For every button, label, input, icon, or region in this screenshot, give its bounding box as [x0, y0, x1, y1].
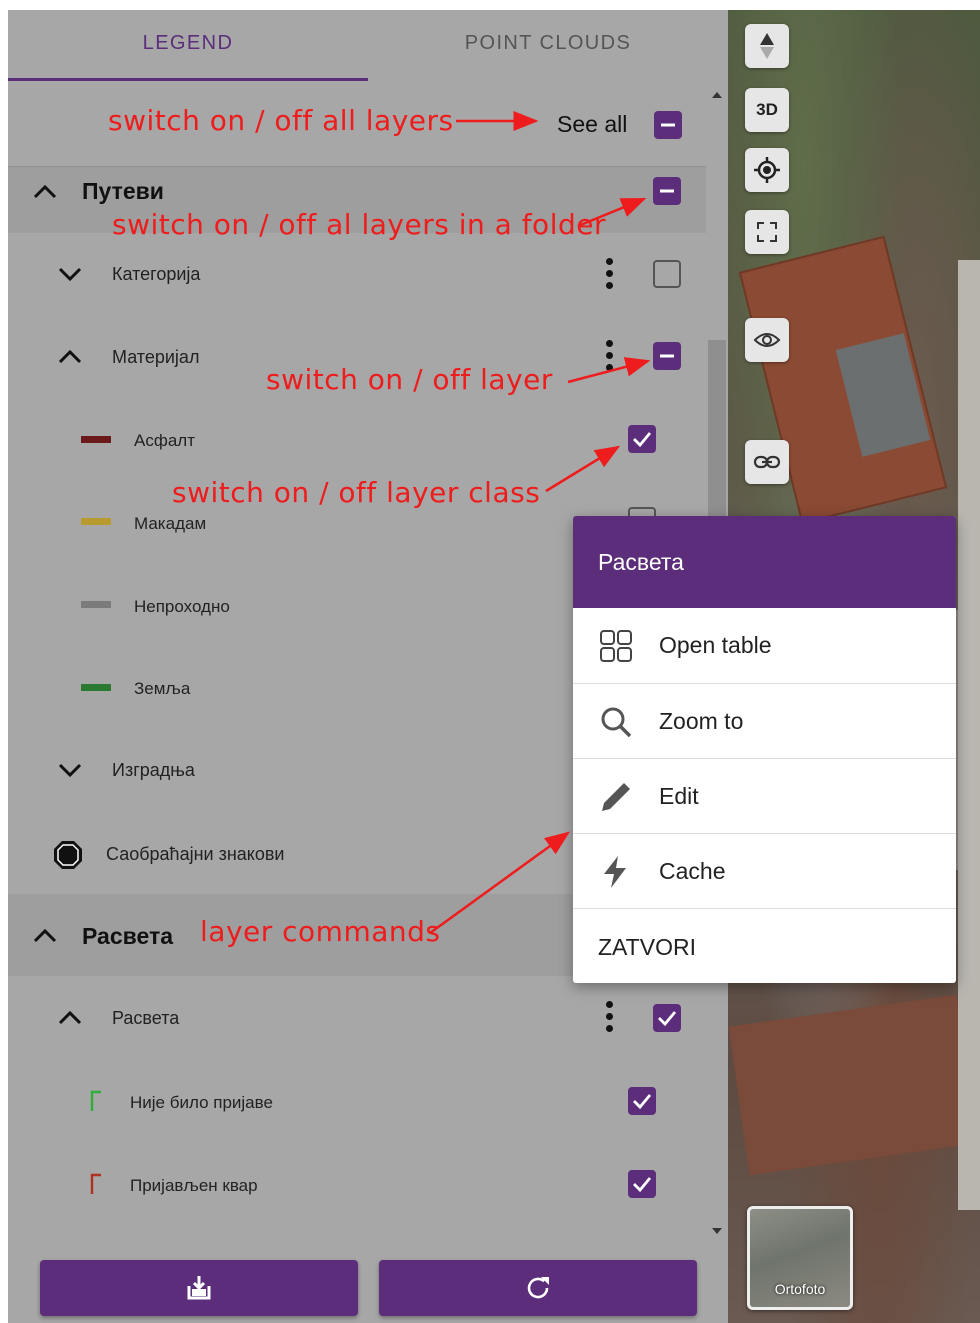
- scroll-down-icon[interactable]: [711, 1226, 723, 1236]
- bolt-icon: [604, 856, 626, 888]
- download-icon: [187, 1276, 211, 1300]
- tab-legend[interactable]: LEGEND: [8, 32, 368, 55]
- menu-item-label: Cache: [659, 858, 726, 884]
- class-label: Није било пријаве: [130, 1093, 273, 1112]
- menu-item-label: Open table: [659, 632, 772, 658]
- layer-context-menu: Расвета Open table Zoom to Edit Cache ZA…: [573, 516, 956, 983]
- class-label: Непроходно: [134, 597, 230, 616]
- chevron-down-icon[interactable]: [55, 259, 85, 289]
- visibility-button[interactable]: [745, 318, 789, 362]
- class-swatch: [81, 436, 111, 443]
- menu-header: Расвета: [573, 516, 956, 608]
- search-icon: [601, 707, 632, 738]
- layer-label-materijal: Материјал: [112, 347, 200, 367]
- basemap-switcher[interactable]: Ortofoto: [747, 1206, 853, 1310]
- layer-checkbox-rasveta[interactable]: [653, 1004, 681, 1032]
- tab-point-clouds[interactable]: POINT CLOUDS: [368, 32, 728, 55]
- class-swatch: [81, 684, 111, 691]
- chevron-up-icon[interactable]: [55, 342, 85, 372]
- grid-icon: [600, 630, 632, 662]
- lamp-icon: [90, 1090, 101, 1111]
- menu-item-zoom-to[interactable]: Zoom to: [573, 683, 956, 758]
- layer-label-izgradnja: Изградња: [112, 760, 195, 780]
- annotation-folder: switch on / off al layers in a folder: [112, 208, 606, 241]
- folder-checkbox-putevi[interactable]: [653, 177, 681, 205]
- refresh-button[interactable]: [379, 1260, 697, 1316]
- traffic-sign-icon: [54, 841, 82, 869]
- class-checkbox[interactable]: [628, 1170, 656, 1198]
- chevron-down-icon[interactable]: [55, 755, 85, 785]
- class-checkbox[interactable]: [628, 1087, 656, 1115]
- layer-checkbox-materijal[interactable]: [653, 342, 681, 370]
- menu-title: Расвета: [598, 549, 684, 575]
- menu-item-open-table[interactable]: Open table: [573, 608, 956, 683]
- locate-icon: [754, 157, 780, 183]
- folder-label-rasveta: Расвета: [82, 923, 174, 949]
- layer-label-rasveta: Расвета: [112, 1008, 180, 1028]
- annotation-layer: switch on / off layer: [266, 363, 553, 396]
- menu-item-label: Zoom to: [659, 708, 744, 734]
- chevron-up-icon[interactable]: [30, 921, 60, 951]
- annotation-all-layers: switch on / off all layers: [108, 104, 454, 137]
- folder-label-putevi: Путеви: [82, 178, 164, 204]
- 3d-label: 3D: [756, 100, 778, 119]
- eye-icon: [753, 333, 781, 347]
- fullscreen-icon: [757, 222, 777, 242]
- menu-item-cache[interactable]: Cache: [573, 833, 956, 908]
- chevron-up-icon[interactable]: [55, 1003, 85, 1033]
- class-swatch: [81, 601, 111, 608]
- pencil-icon: [602, 783, 630, 811]
- annotation-commands: layer commands: [200, 915, 441, 948]
- class-label: Асфалт: [134, 431, 195, 450]
- more-vert-icon[interactable]: [606, 258, 614, 290]
- download-button[interactable]: [40, 1260, 358, 1316]
- lamp-icon: [90, 1173, 101, 1194]
- class-label: Земља: [134, 679, 191, 698]
- map-road: [958, 260, 980, 1210]
- link-button[interactable]: [745, 440, 789, 484]
- more-vert-icon[interactable]: [606, 340, 614, 372]
- menu-close-label: ZATVORI: [598, 934, 696, 960]
- tab-bar: LEGEND POINT CLOUDS: [8, 10, 728, 82]
- class-checkbox[interactable]: [628, 425, 656, 453]
- compass-button[interactable]: [745, 24, 789, 68]
- fullscreen-button[interactable]: [745, 210, 789, 254]
- scroll-up-icon[interactable]: [711, 90, 723, 100]
- layer-label-kategorija: Категорија: [112, 264, 201, 284]
- compass-icon: [760, 33, 774, 59]
- menu-item-edit[interactable]: Edit: [573, 758, 956, 833]
- active-tab-indicator: [8, 78, 368, 81]
- class-label: Пријављен квар: [130, 1176, 258, 1195]
- basemap-label: Ortofoto: [774, 1281, 826, 1297]
- chevron-up-icon[interactable]: [30, 177, 60, 207]
- 3d-button[interactable]: 3D: [745, 88, 789, 132]
- more-vert-icon[interactable]: [606, 1001, 614, 1033]
- see-all-checkbox[interactable]: [654, 111, 682, 139]
- menu-close-button[interactable]: ZATVORI: [573, 908, 956, 983]
- menu-item-label: Edit: [659, 783, 699, 809]
- layer-label-saobracajni-znakovi: Саобраћајни знакови: [106, 844, 285, 864]
- locate-button[interactable]: [745, 148, 789, 192]
- class-label: Макадам: [134, 514, 207, 533]
- refresh-icon: [527, 1277, 549, 1299]
- class-swatch: [81, 518, 111, 525]
- see-all-label: See all: [557, 111, 628, 137]
- layer-checkbox-kategorija[interactable]: [653, 260, 681, 288]
- annotation-layer-class: switch on / off layer class: [172, 476, 541, 509]
- link-icon: [753, 455, 781, 469]
- map-roof: [728, 994, 978, 1176]
